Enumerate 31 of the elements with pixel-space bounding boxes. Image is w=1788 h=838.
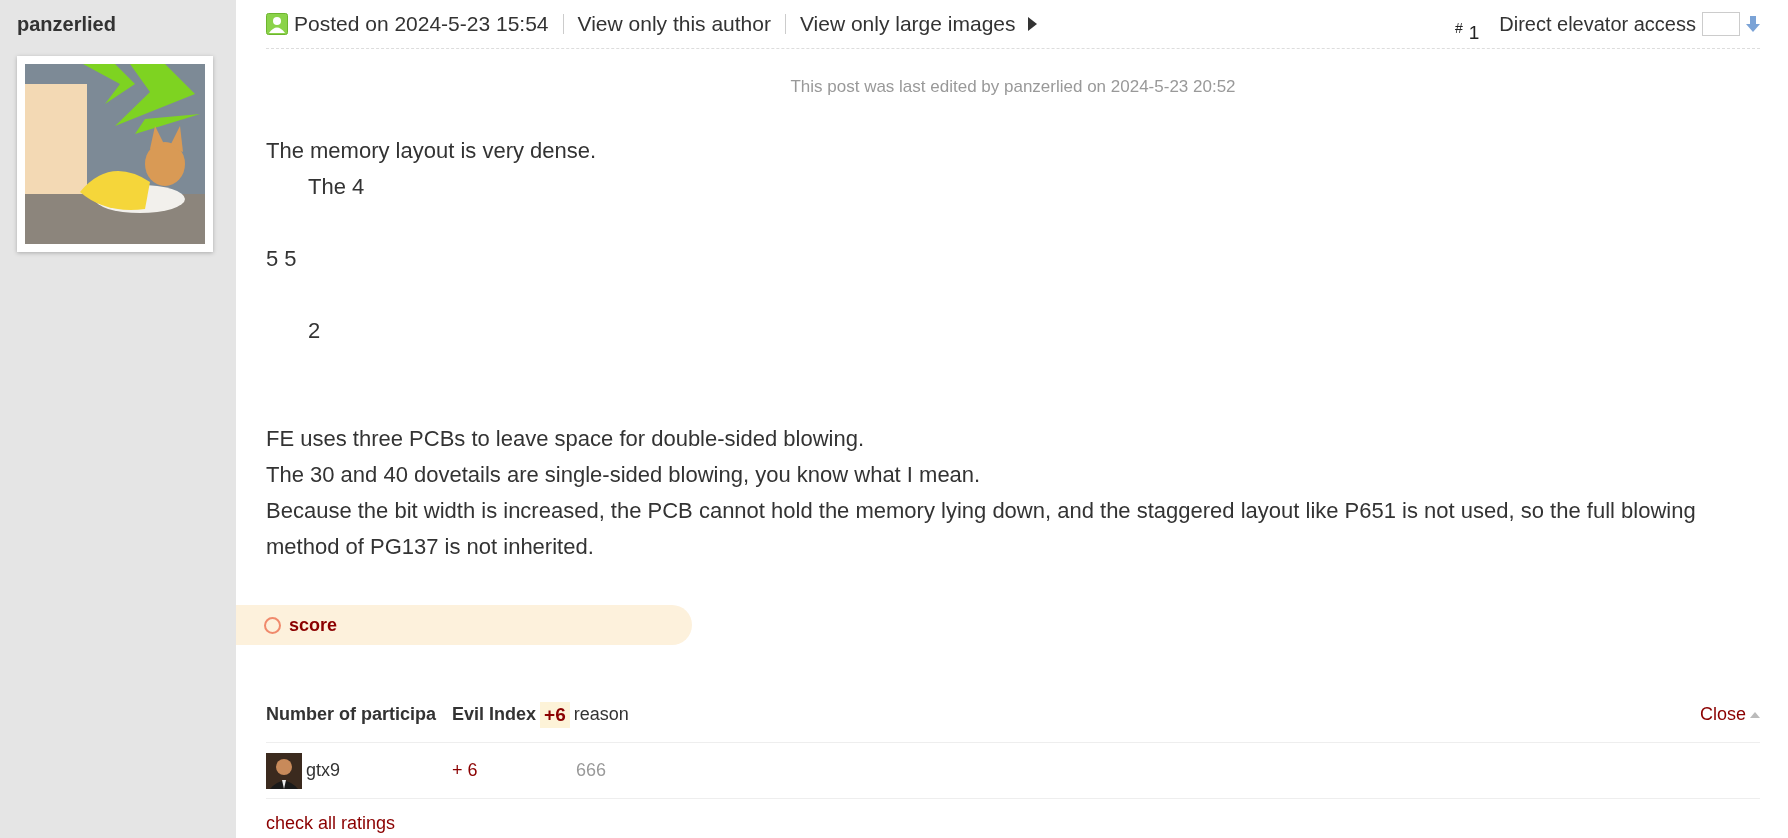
- filter-link[interactable]: View only this author: [577, 12, 771, 36]
- caret-icon: [1027, 17, 1037, 31]
- edit-note: This post was last edited by panzerlied on 2024-5-23 20:52: [789, 77, 1237, 97]
- post-text: Because the bit width is increased, the PCB cannot hold the memory lying down, and the staggered layout like P651 is not used, so the full blowing method of PG137 is not inherited.: [266, 497, 1697, 561]
- post-date: Posted on 2024-5-23 15:54: [294, 12, 549, 36]
- post-text: The 30 and 40 dovetails are single-sided blowing, you know what I mean.: [266, 461, 982, 489]
- post-text: FE uses three PCBs to leave space for double-sided blowing.: [266, 425, 865, 453]
- table-cell: 666: [576, 760, 607, 781]
- caret-up-icon: [1750, 711, 1760, 718]
- close-link[interactable]: Close: [1699, 704, 1760, 725]
- column-header: Evil Index: [452, 704, 537, 725]
- score-title: score: [289, 614, 338, 636]
- floor-input[interactable]: [1702, 12, 1740, 36]
- post-text: The memory layout is very dense.: [266, 137, 598, 165]
- column-header: Number of participa: [266, 704, 437, 725]
- user-name[interactable]: gtx9: [306, 760, 341, 781]
- all-ratings-link[interactable]: check all ratings: [266, 813, 396, 834]
- author-name[interactable]: panzerlied: [17, 13, 219, 36]
- down-arrow-icon[interactable]: [1746, 16, 1760, 32]
- post-text: The 4: [307, 173, 366, 201]
- jump-label: Direct elevator access: [1499, 12, 1696, 36]
- user-icon: [266, 13, 288, 35]
- floor-mark: #: [1454, 20, 1463, 36]
- table-cell: + 6: [452, 760, 478, 780]
- filter-link[interactable]: View only large images: [799, 12, 1016, 36]
- total-score: +6: [540, 701, 570, 728]
- column-header: reason: [573, 704, 629, 725]
- floor-number: 1: [1468, 22, 1480, 44]
- post-text: 5 5: [266, 245, 298, 273]
- circle-icon: [264, 616, 281, 634]
- post-text: 2: [307, 317, 322, 345]
